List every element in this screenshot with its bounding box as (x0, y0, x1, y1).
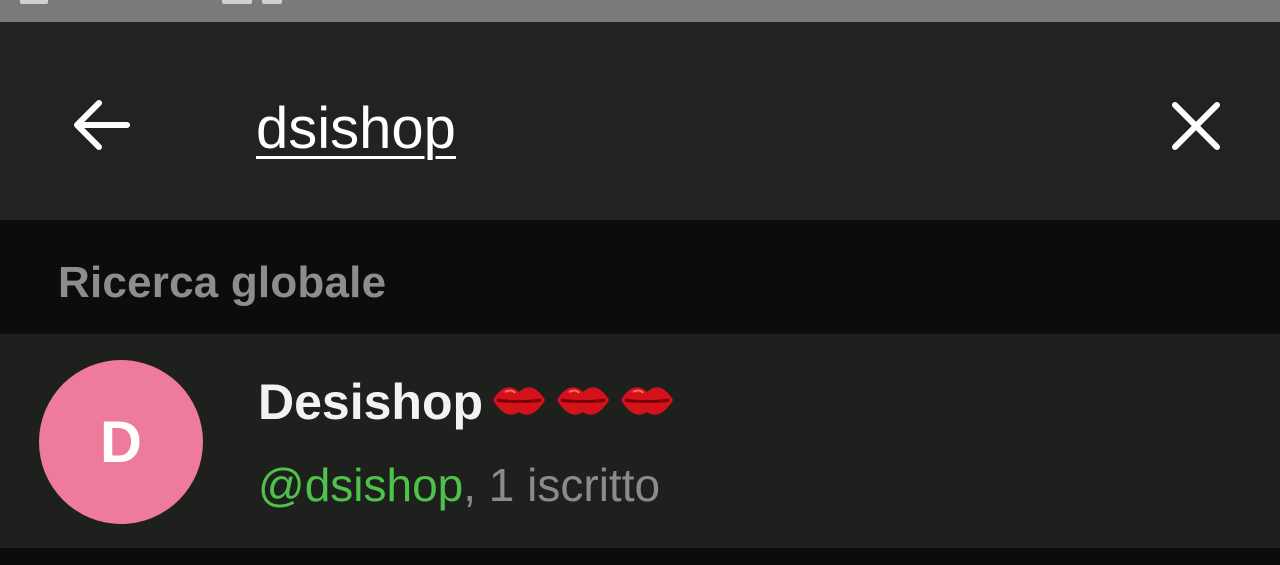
avatar-letter: D (100, 409, 142, 475)
result-username: @dsishop (258, 459, 464, 511)
global-search-header: Ricerca globale (0, 220, 1280, 334)
result-subscribers: , 1 iscritto (463, 459, 661, 511)
result-subtitle: @dsishop, 1 iscritto (258, 458, 660, 512)
section-title: Ricerca globale (58, 258, 387, 307)
search-toolbar (0, 22, 1280, 220)
status-bar (0, 0, 1280, 22)
kiss-mark-icon (619, 380, 675, 425)
result-title-line: Desishop (258, 372, 675, 432)
search-input[interactable] (256, 88, 1056, 168)
status-icon (20, 0, 48, 4)
search-result-item[interactable]: D Desishop @dsishop, 1 iscritto (0, 334, 1280, 548)
arrow-left-icon (74, 100, 130, 150)
status-icon (222, 0, 252, 4)
avatar: D (39, 360, 203, 524)
close-icon (1172, 102, 1220, 150)
result-name: Desishop (258, 374, 484, 430)
status-icon (262, 0, 282, 4)
kiss-mark-icon (555, 380, 611, 425)
clear-search-button[interactable] (1150, 80, 1242, 172)
back-button[interactable] (56, 80, 146, 170)
kiss-mark-icon (491, 380, 547, 425)
list-divider (0, 548, 1280, 565)
